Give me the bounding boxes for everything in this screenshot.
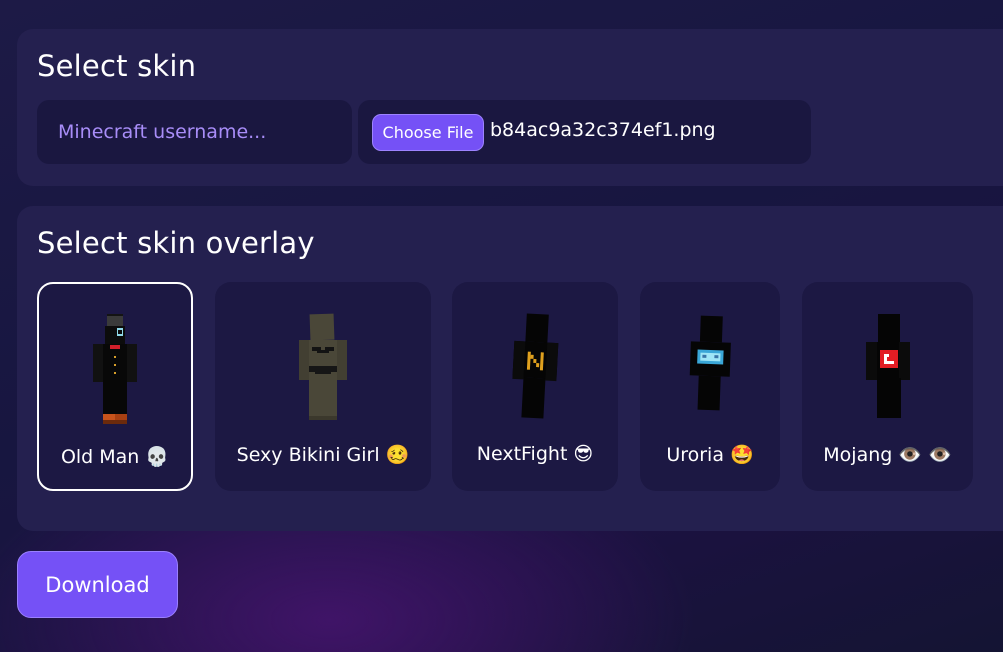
mojang-skin-preview [865,314,910,418]
select-skin-title: Select skin [37,49,197,83]
bikini-girl-skin-preview [299,313,347,420]
overlay-card-nextfight[interactable]: NextFight 😎 [452,282,618,491]
overlay-label: Old Man 💀 [60,446,170,468]
old-man-skin-preview [93,314,137,424]
download-button[interactable]: Download [17,551,178,618]
overlay-card-old-man[interactable]: Old Man 💀 [37,282,193,491]
overlay-label: Uroria 🤩 [666,444,754,466]
overlay-label: Mojang 👁️ 👁️ [823,444,952,466]
username-field-container [37,100,352,164]
select-overlay-title: Select skin overlay [37,226,315,260]
select-skin-panel: Select skin Choose File b84ac9a32c374ef1… [17,29,1003,186]
choose-file-button[interactable]: Choose File [372,114,484,151]
selected-file-name: b84ac9a32c374ef1.png [490,119,716,141]
select-overlay-panel: Select skin overlay Old Man 💀 Sexy Bikin… [17,206,1003,531]
overlay-card-mojang[interactable]: Mojang 👁️ 👁️ [802,282,973,491]
overlay-label: Sexy Bikini Girl 🥴 [236,444,410,466]
uroria-skin-preview [689,315,731,411]
overlay-label: NextFight 😎 [476,443,594,465]
overlay-card-sexy-bikini-girl[interactable]: Sexy Bikini Girl 🥴 [215,282,431,491]
nextfight-skin-preview [512,313,559,419]
username-input[interactable] [37,100,352,164]
skin-file-field[interactable]: Choose File b84ac9a32c374ef1.png [358,100,811,164]
overlay-card-uroria[interactable]: Uroria 🤩 [640,282,780,491]
